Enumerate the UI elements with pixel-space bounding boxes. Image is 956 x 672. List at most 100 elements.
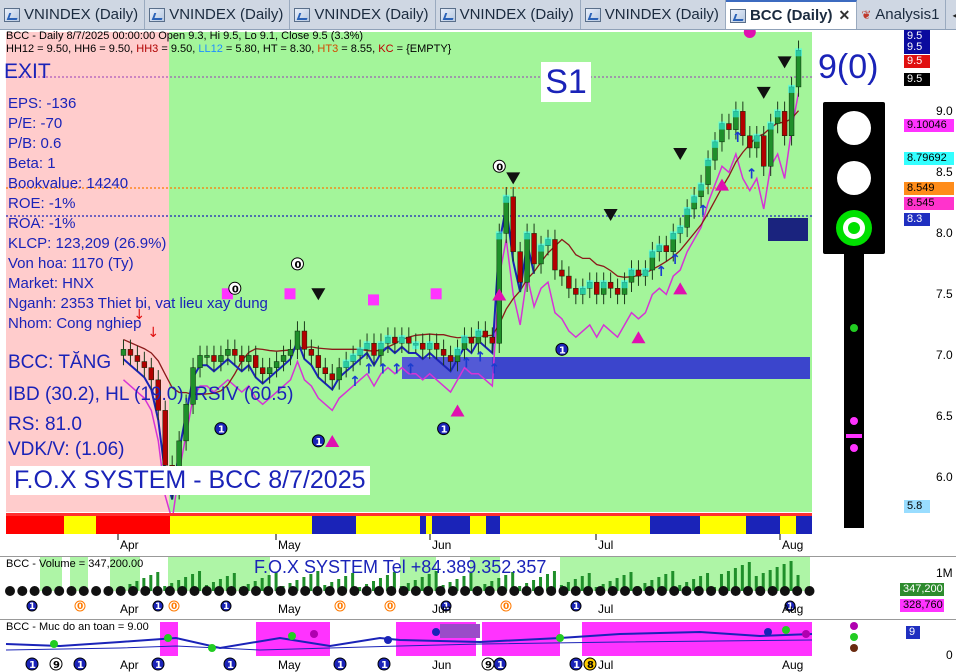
volume-dot xyxy=(718,586,729,596)
tab-vnindex-5[interactable]: VNINDEX (Daily) xyxy=(581,0,726,29)
volume-dot xyxy=(214,586,225,596)
volume-dot xyxy=(140,586,151,596)
close-icon[interactable]: ✕ xyxy=(838,7,850,24)
tab-vnindex-4[interactable]: VNINDEX (Daily) xyxy=(436,0,581,29)
buy-arrow-icon: ↑ xyxy=(349,374,361,390)
bullish-zone xyxy=(169,32,812,512)
cloud-segment xyxy=(795,48,802,57)
candle-body xyxy=(259,367,266,374)
price-chart-panel[interactable]: ↓↓↑↑↑↑↑↑↑↑↑↑↑↑↑11111000 BCC - Daily 8/7/… xyxy=(0,30,956,554)
candle-body xyxy=(211,355,217,362)
volume-bar xyxy=(789,561,793,591)
candle-body xyxy=(552,239,558,271)
cloud-segment xyxy=(384,335,392,344)
volume-axis-top: 1M xyxy=(936,566,953,580)
cloud-segment xyxy=(683,206,691,215)
volume-dot xyxy=(54,586,65,596)
volume-marker-label: 0 xyxy=(77,602,83,612)
volume-dot xyxy=(583,586,594,596)
candle-body xyxy=(322,367,328,374)
status-strip-segment xyxy=(796,516,812,534)
volume-month-label: Apr xyxy=(120,602,139,616)
status-strip-segment xyxy=(700,516,746,534)
safety-marker-label: 9 xyxy=(53,660,60,671)
volume-dot xyxy=(17,586,28,596)
score-label: 9(0) xyxy=(818,48,879,86)
volume-dot xyxy=(66,586,77,596)
volume-bar xyxy=(149,575,153,591)
candle-body xyxy=(280,355,287,362)
safety-dot xyxy=(164,634,172,642)
candle-body xyxy=(301,330,308,350)
buy-arrow-icon: ↑ xyxy=(460,356,472,372)
price-tag: 9.5 xyxy=(904,55,930,68)
volume-dot xyxy=(681,586,692,596)
safety-marker-label: 1 xyxy=(227,660,234,671)
volume-dot xyxy=(398,586,409,596)
price-tag: 8.545 xyxy=(904,197,954,210)
volume-bar xyxy=(629,572,633,591)
volume-dot xyxy=(792,586,803,596)
candle-body xyxy=(726,123,732,130)
candle-body xyxy=(420,342,426,350)
safety-dot xyxy=(432,628,440,636)
cloud-segment xyxy=(655,243,663,252)
status-strip-segment xyxy=(746,516,780,534)
candle-body xyxy=(447,355,454,362)
price-tag: 9.5 xyxy=(904,41,930,54)
status-strip-segment xyxy=(312,516,356,534)
safety-axis-zero: 0 xyxy=(946,648,953,662)
volume-dot xyxy=(460,586,471,596)
safety-dot xyxy=(50,640,58,648)
candle-body xyxy=(781,111,788,136)
volume-month-label: May xyxy=(278,602,301,616)
traffic-light-pole xyxy=(844,254,864,528)
buy-arrow-icon: ↑ xyxy=(746,166,758,182)
volume-dot xyxy=(29,586,40,596)
status-strip-segment xyxy=(170,516,312,534)
pole-dot-magenta xyxy=(850,444,858,452)
price-tag: 9.5 xyxy=(904,73,930,86)
tab-vnindex-2[interactable]: VNINDEX (Daily) xyxy=(145,0,291,29)
price-tag: 8.79692 xyxy=(904,152,954,165)
volume-dot xyxy=(78,586,89,596)
buy-arrow-icon: ↑ xyxy=(669,252,681,268)
scroll-left-icon[interactable]: ◀ xyxy=(952,8,956,22)
cloud-segment xyxy=(767,121,775,130)
volume-dot xyxy=(41,586,52,596)
header-level-segment: = 8.30, xyxy=(277,43,318,55)
month-label: Jul xyxy=(598,538,614,552)
chart-window-icon xyxy=(149,7,166,22)
volume-dot xyxy=(177,586,188,596)
tab-vnindex-3[interactable]: VNINDEX (Daily) xyxy=(290,0,436,29)
tab-scroll-controls: ◀ ▶ xyxy=(946,0,956,29)
candle-body xyxy=(127,349,134,356)
candle-body xyxy=(120,349,127,356)
buy-arrow-icon: ↑ xyxy=(697,203,709,219)
cloud-segment xyxy=(753,133,761,142)
cloud-segment xyxy=(426,341,434,350)
volume-dot xyxy=(497,586,507,596)
safety-month-label: Jul xyxy=(598,658,613,672)
cloud-segment xyxy=(732,109,740,118)
volume-marker-label: 1 xyxy=(155,602,161,612)
safety-panel[interactable]: 1 9 1 1 1 1 1 9 1 1 8 Apr May Jun Jul Aug BCC - Muc do … xyxy=(0,619,956,672)
tab-analysis[interactable]: ❦ Analysis1 xyxy=(857,0,947,29)
volume-dot xyxy=(620,586,630,596)
cloud-segment xyxy=(461,335,468,344)
safety-marker-label: 1 xyxy=(155,660,162,671)
volume-marker-label: 0 xyxy=(171,602,177,612)
cloud-segment xyxy=(454,347,461,356)
status-strip-segment xyxy=(500,516,650,534)
safety-dot xyxy=(208,644,216,652)
tab-vnindex-1[interactable]: VNINDEX (Daily) xyxy=(0,0,146,29)
volume-last-tag: 347,200 xyxy=(900,583,944,596)
stat-roe: ROE: -1% xyxy=(8,195,76,212)
price-tag: 9.10046 xyxy=(904,119,954,132)
tab-bcc[interactable]: BCC (Daily) ✕ xyxy=(725,0,858,29)
volume-dot xyxy=(300,586,311,596)
price-tag: 8.549 xyxy=(904,182,954,195)
cloud-segment xyxy=(600,280,608,289)
volume-panel[interactable]: 1 0 1 0 1 0 0 1 0 1 1 Apr May Jun Jul Aug BCC - Volume … xyxy=(0,556,956,619)
tab-label: VNINDEX (Daily) xyxy=(169,6,284,23)
